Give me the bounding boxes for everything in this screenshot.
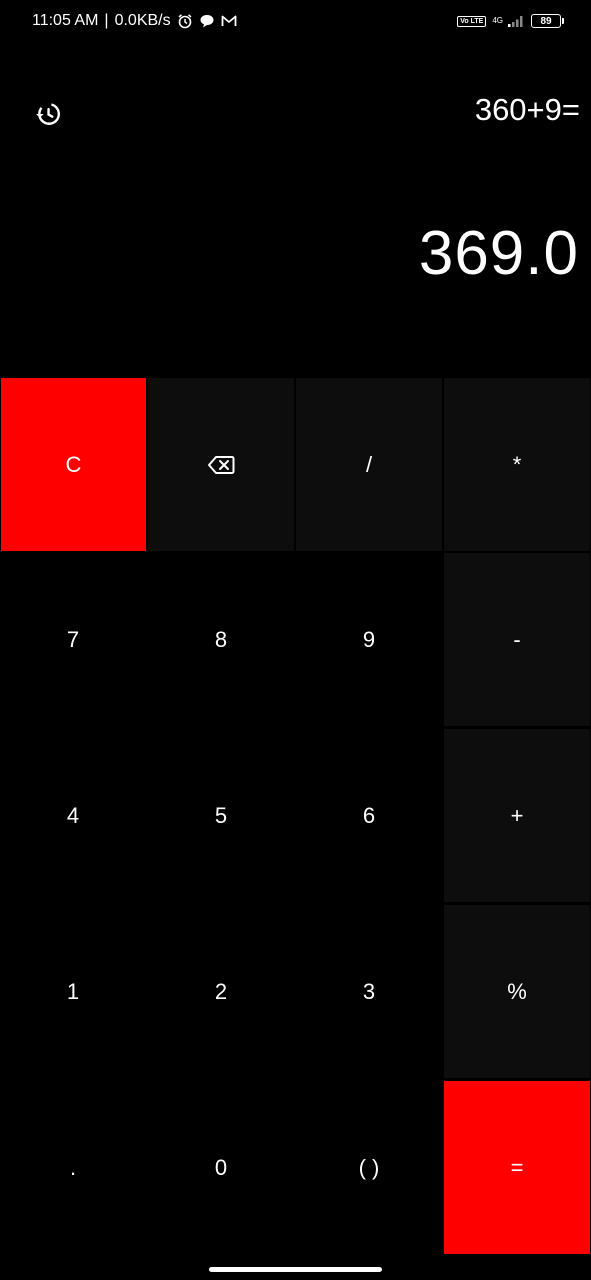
gmail-icon bbox=[221, 14, 237, 28]
backspace-button[interactable] bbox=[148, 378, 294, 551]
result-display: 369.0 bbox=[418, 219, 579, 288]
signal-icon bbox=[507, 14, 525, 28]
battery-level: 89 bbox=[540, 15, 552, 27]
minus-button[interactable]: - bbox=[444, 553, 590, 726]
parentheses-button[interactable]: ( ) bbox=[296, 1081, 442, 1254]
battery-icon: 89 bbox=[531, 14, 564, 28]
digit-2-button[interactable]: 2 bbox=[148, 905, 294, 1078]
digit-0-button[interactable]: 0 bbox=[148, 1081, 294, 1254]
digit-3-button[interactable]: 3 bbox=[296, 905, 442, 1078]
status-left: 11:05 AM | 0.0KB/s bbox=[32, 12, 237, 30]
digit-7-button[interactable]: 7 bbox=[0, 553, 146, 726]
alarm-icon bbox=[177, 13, 193, 29]
status-right: Vo LTE 4G 89 bbox=[457, 14, 564, 28]
decimal-point-button[interactable]: . bbox=[0, 1081, 146, 1254]
status-separator: | bbox=[104, 12, 109, 29]
network-speed: 0.0KB/s bbox=[114, 12, 171, 29]
multiply-button[interactable]: * bbox=[444, 378, 590, 551]
expression-display: 360+9= bbox=[474, 92, 580, 127]
digit-4-button[interactable]: 4 bbox=[0, 729, 146, 902]
volte-icon: Vo LTE bbox=[457, 15, 487, 27]
percent-button[interactable]: % bbox=[444, 905, 590, 1078]
divide-button[interactable]: / bbox=[296, 378, 442, 551]
network-type: 4G bbox=[492, 16, 503, 25]
status-time: 11:05 AM bbox=[32, 12, 99, 29]
digit-8-button[interactable]: 8 bbox=[148, 553, 294, 726]
digit-9-button[interactable]: 9 bbox=[296, 553, 442, 726]
digit-6-button[interactable]: 6 bbox=[296, 729, 442, 902]
chat-bubble-icon bbox=[199, 13, 215, 29]
equals-button[interactable]: = bbox=[444, 1081, 590, 1254]
status-bar: 11:05 AM | 0.0KB/s Vo LTE 4G 89 bbox=[0, 0, 591, 42]
history-button[interactable] bbox=[33, 99, 63, 129]
plus-button[interactable]: + bbox=[444, 729, 590, 902]
clear-button[interactable]: C bbox=[1, 378, 146, 551]
keypad: C / * 7 8 9 - 4 5 6 + 1 2 3 % . 0 ( ) = bbox=[0, 377, 591, 1257]
backspace-icon bbox=[208, 455, 235, 474]
digit-5-button[interactable]: 5 bbox=[148, 729, 294, 902]
calculator-screen: 11:05 AM | 0.0KB/s Vo LTE 4G 89 360+9= 3… bbox=[0, 0, 591, 1280]
digit-1-button[interactable]: 1 bbox=[0, 905, 146, 1078]
home-indicator[interactable] bbox=[209, 1267, 382, 1272]
history-icon bbox=[36, 103, 61, 125]
